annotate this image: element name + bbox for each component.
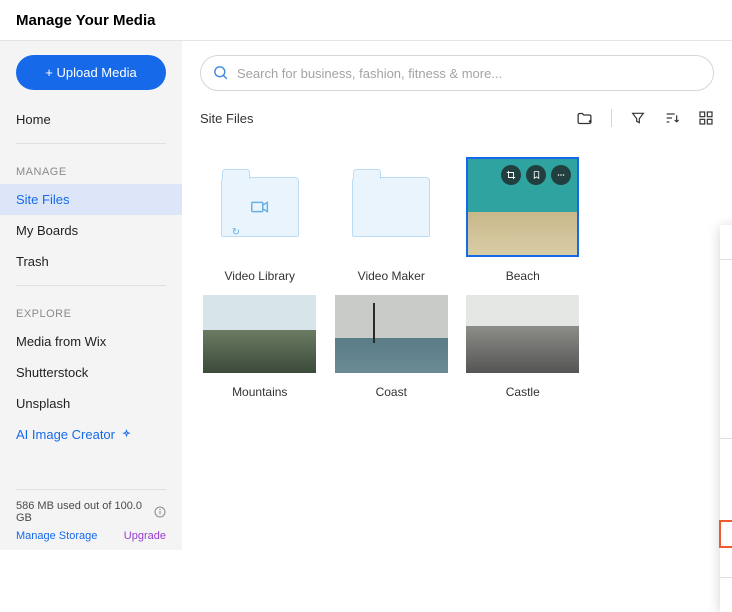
separator [720,259,732,260]
search-input[interactable] [200,55,714,91]
ctx-rename[interactable]: Rename [720,264,732,290]
video-camera-icon [249,196,271,218]
empty-slot [595,157,715,283]
upgrade-link[interactable]: Upgrade [124,530,166,542]
castle-image [466,295,579,373]
ctx-add-to-board[interactable]: Add to Board [720,229,732,255]
folder-icon [352,177,430,237]
media-grid: ↻ Video Library Video Maker [200,157,714,399]
item-label: Beach [506,269,540,283]
app-header: Manage Your Media [0,0,732,41]
item-label: Video Library [225,269,296,283]
item-label: Coast [376,385,407,399]
bookmark-icon[interactable] [526,165,546,185]
ctx-create-video[interactable]: Create a Video [720,316,732,342]
explore-section-label: EXPLORE [0,294,182,326]
manage-section-label: MANAGE [0,152,182,184]
empty-slot [595,295,715,399]
toolbar: Site Files [200,109,714,127]
sidebar-item-shutterstock[interactable]: Shutterstock [0,357,182,388]
item-label: Castle [506,385,540,399]
sidebar-item-unsplash[interactable]: Unsplash [0,388,182,419]
thumb-actions [501,165,571,185]
manage-storage-link[interactable]: Manage Storage [16,530,97,542]
ctx-adobe-express[interactable]: Design with Adobe Express [720,368,732,408]
mountains-image [203,295,316,373]
ctx-copy[interactable]: Copy Ctrl+C [720,469,732,495]
ai-creator-label: AI Image Creator [16,427,115,442]
upload-media-button[interactable]: + Upload Media [16,55,166,90]
media-card-coast[interactable]: Coast [332,295,452,399]
more-icon[interactable] [551,165,571,185]
crop-icon[interactable] [501,165,521,185]
media-card-mountains[interactable]: Mountains [200,295,320,399]
separator [720,577,732,578]
context-menu: Add to Board Rename Crop & Edit Create a… [720,225,732,612]
sparkle-icon [121,429,132,440]
main-layout: + Upload Media Home MANAGE Site Files My… [0,41,732,550]
sidebar-item-media-from-wix[interactable]: Media from Wix [0,326,182,357]
ctx-crop-edit[interactable]: Crop & Edit [720,290,732,316]
breadcrumb[interactable]: Site Files [200,111,253,126]
folder-card-video-library[interactable]: ↻ Video Library [200,157,320,283]
sidebar: + Upload Media Home MANAGE Site Files My… [0,41,182,550]
item-label: Video Maker [358,269,425,283]
sync-icon: ↻ [232,227,240,238]
media-card-castle[interactable]: Castle [463,295,583,399]
new-folder-icon[interactable] [576,110,593,127]
sidebar-item-home[interactable]: Home [0,104,182,135]
ctx-copy-url[interactable]: Copy URL [720,521,732,547]
folder-thumb [335,157,448,257]
folder-card-video-maker[interactable]: Video Maker [332,157,452,283]
divider [16,285,166,286]
sidebar-item-my-boards[interactable]: My Boards [0,215,182,246]
ctx-cut[interactable]: Cut Ctrl+X [720,495,732,521]
item-label: Mountains [232,385,287,399]
divider [16,143,166,144]
sidebar-item-ai-image-creator[interactable]: AI Image Creator [0,419,182,450]
ctx-move-to[interactable]: Move to… [720,443,732,469]
ctx-cut-out-bg[interactable]: Cut Out Background [720,342,732,368]
toolbar-actions [576,109,714,127]
coast-image [335,295,448,373]
sidebar-footer: 586 MB used out of 100.0 GB Manage Stora… [0,489,182,550]
ctx-preview[interactable]: Preview Space [720,408,732,434]
grid-view-icon[interactable] [698,110,714,126]
folder-thumb: ↻ [203,157,316,257]
storage-text: 586 MB used out of 100.0 GB [16,500,148,524]
ctx-move-to-trash[interactable]: Move to Trash [720,582,732,608]
sidebar-item-site-files[interactable]: Site Files [0,184,182,215]
search-wrap [200,55,714,91]
media-card-beach[interactable]: Beach [463,157,583,283]
folder-icon: ↻ [221,177,299,237]
sidebar-item-trash[interactable]: Trash [0,246,182,277]
search-icon [212,64,229,81]
sort-icon[interactable] [664,110,680,126]
separator [611,109,612,127]
filter-icon[interactable] [630,110,646,126]
page-title: Manage Your Media [16,12,155,29]
ctx-download[interactable]: Download [720,547,732,573]
separator [720,438,732,439]
content-area: Site Files [182,41,732,550]
info-icon[interactable] [154,506,166,518]
image-thumb-selected [466,157,579,257]
